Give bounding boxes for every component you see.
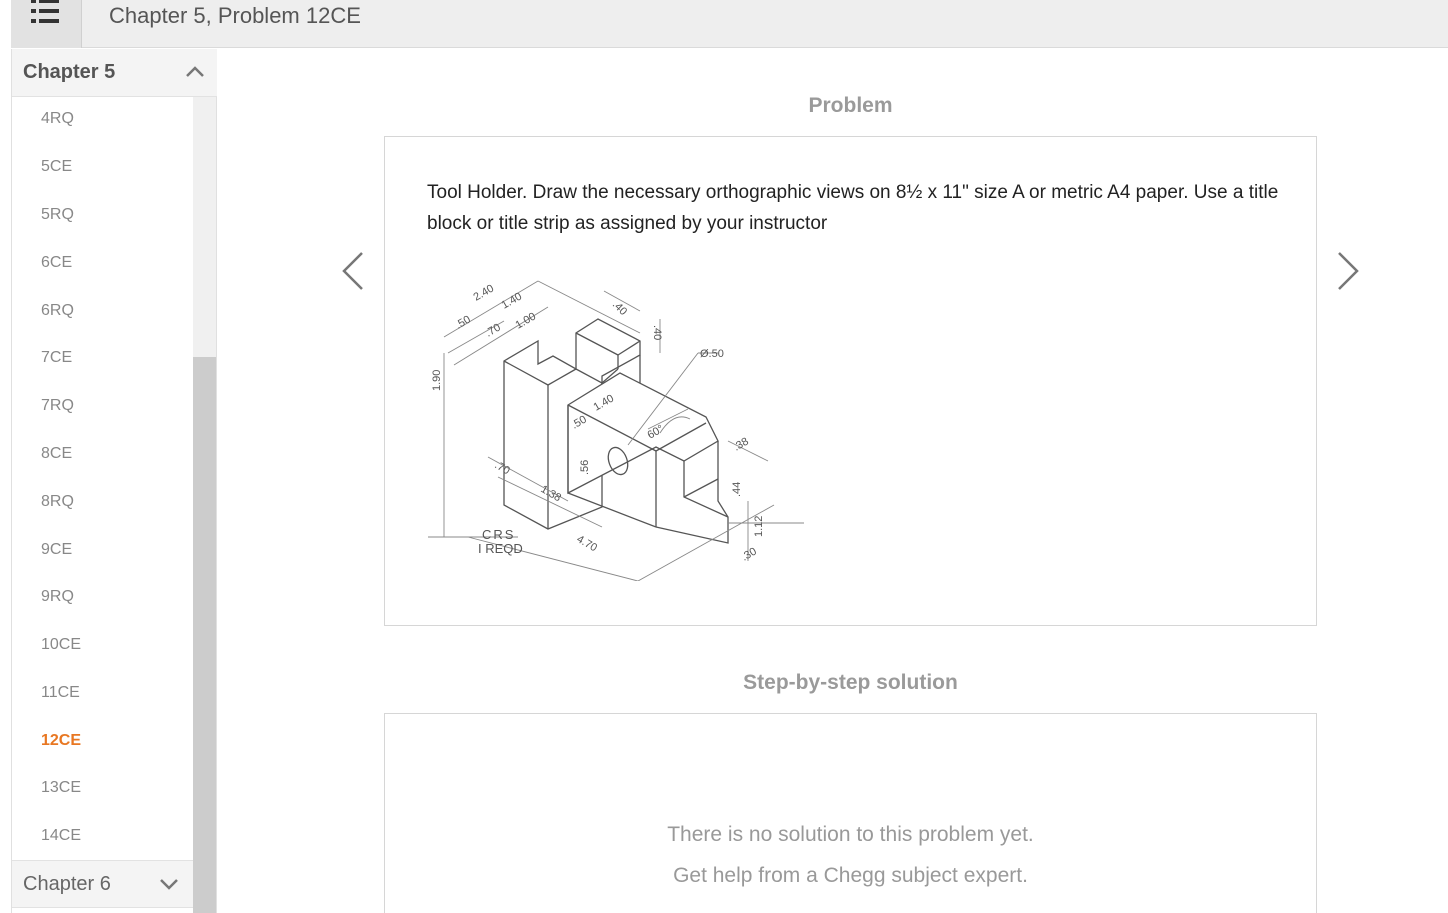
problem-item-9ce[interactable]: 9CE (41, 541, 72, 559)
problem-item-11ce[interactable]: 11CE (41, 684, 80, 702)
problem-heading: Problem (808, 94, 893, 117)
menu-button[interactable] (11, 0, 82, 48)
solution-card: There is no solution to this problem yet… (384, 713, 1317, 913)
quantity-note: I REQD (478, 541, 523, 556)
dim-050: .50 (454, 314, 473, 332)
chevron-up-icon (186, 66, 204, 77)
chapter-6-label: Chapter 6 (23, 873, 111, 895)
dim-1-40: 1.40 (500, 290, 525, 311)
dim-040-top: .40 (610, 299, 629, 318)
problem-card: Tool Holder. Draw the necessary orthogra… (384, 136, 1317, 626)
dim-044: .44 (731, 482, 743, 497)
problem-item-5rq[interactable]: 5RQ (41, 206, 74, 224)
dim-4-70: 4.70 (575, 533, 600, 554)
problem-statement: Tool Holder. Draw the necessary orthogra… (427, 182, 1279, 234)
problem-item-6ce[interactable]: 6CE (41, 254, 72, 272)
dim-056: .56 (579, 460, 591, 475)
chapter-5-header[interactable]: Chapter 5 (12, 49, 217, 97)
dim-1-90: 1.90 (431, 370, 443, 391)
expert-help-link[interactable]: Get help from a Chegg subject expert. (385, 864, 1316, 888)
dim-1-12: 1.12 (753, 516, 765, 537)
chapter-sidebar: Chapter 5 4RQ 5CE 5RQ 6CE 6RQ 7CE 7RQ 8C… (11, 49, 217, 913)
problem-item-7ce[interactable]: 7CE (41, 349, 72, 367)
problem-item-8rq[interactable]: 8RQ (41, 493, 74, 511)
problem-item-8ce[interactable]: 8CE (41, 445, 72, 463)
dim-dia-050: Ø.50 (700, 348, 724, 360)
top-header: Chapter 5, Problem 12CE (11, 0, 1448, 48)
chapter-5-label: Chapter 5 (23, 61, 116, 83)
problem-item-4rq[interactable]: 4RQ (41, 110, 74, 128)
problem-item-5ce[interactable]: 5CE (41, 158, 72, 176)
problem-item-6rq[interactable]: 6RQ (41, 302, 74, 320)
page-title: Chapter 5, Problem 12CE (109, 3, 361, 28)
chevron-right-icon[interactable] (1335, 250, 1361, 292)
no-solution-message: There is no solution to this problem yet… (667, 823, 1034, 846)
problem-item-14ce[interactable]: 14CE (41, 827, 81, 845)
tool-holder-drawing: 2.40 .50 1.40 .70 1.00 .40 .40 1.90 Ø.50… (428, 280, 804, 581)
problem-item-7rq[interactable]: 7RQ (41, 397, 74, 415)
dim-1-00: 1.00 (514, 310, 539, 331)
dim-030: .30 (740, 546, 759, 564)
problem-item-13ce[interactable]: 13CE (41, 779, 81, 797)
problem-item-12ce-active[interactable]: 12CE (41, 732, 81, 750)
problem-item-10ce[interactable]: 10CE (41, 636, 81, 654)
solution-heading: Step-by-step solution (743, 671, 958, 694)
chapter-6-header[interactable]: Chapter 6 (12, 860, 193, 908)
list-menu-icon (31, 0, 59, 23)
chevron-down-icon (160, 879, 178, 890)
dim-040-side: .40 (651, 325, 663, 340)
chevron-left-icon[interactable] (340, 250, 366, 292)
material-note: CRS (482, 527, 515, 542)
problem-list: 4RQ 5CE 5RQ 6CE 6RQ 7CE 7RQ 8CE 8RQ 9CE … (12, 97, 193, 860)
sidebar-scroll-thumb[interactable] (193, 357, 216, 913)
dim-2-40: 2.40 (472, 282, 497, 303)
page: Chapter 5, Problem 12CE Chapter 5 4RQ 5C… (0, 0, 1448, 913)
problem-item-9rq[interactable]: 9RQ (41, 588, 74, 606)
